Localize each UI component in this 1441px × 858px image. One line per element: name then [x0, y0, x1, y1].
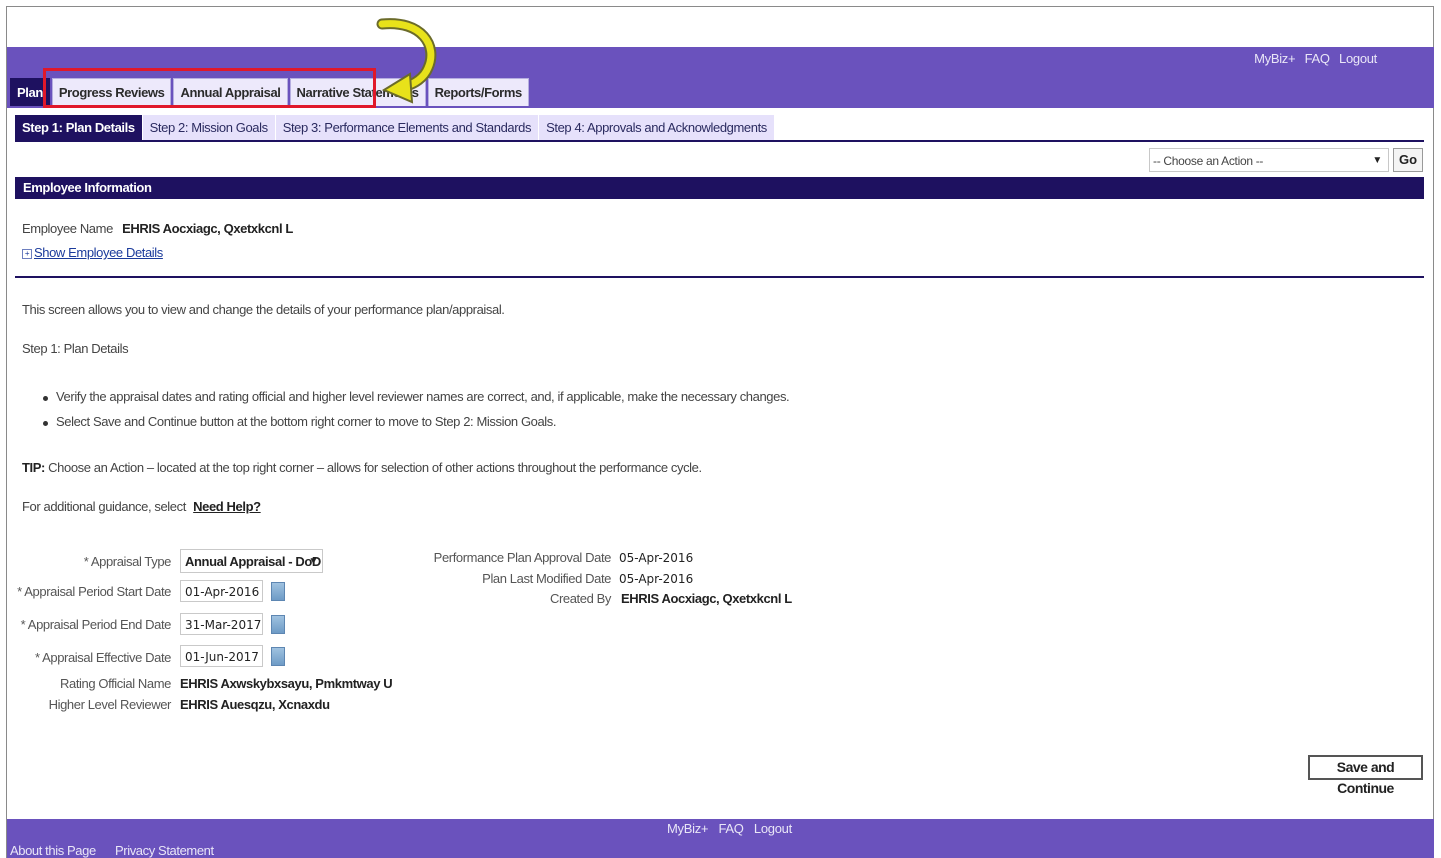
higher-level-reviewer-label: Higher Level Reviewer: [48, 697, 172, 712]
choose-action-select[interactable]: -- Choose an Action -- ▼: [1149, 148, 1389, 172]
choose-action-value: -- Choose an Action --: [1153, 154, 1264, 168]
divider: [15, 276, 1424, 278]
plus-icon[interactable]: +: [22, 249, 32, 259]
footer-faq-link[interactable]: FAQ: [719, 821, 744, 836]
end-date-field[interactable]: 31-Mar-2017: [180, 613, 263, 635]
effective-date-field[interactable]: 01-Jun-2017: [180, 645, 263, 667]
step-title: Step 1: Plan Details: [22, 341, 129, 356]
highlight-box: [43, 68, 376, 108]
footer-mybiz-link[interactable]: MyBiz+: [667, 821, 708, 836]
mybiz-link[interactable]: MyBiz+: [1254, 51, 1295, 66]
footer-bottom-links: About this Page Privacy Statement: [10, 843, 230, 858]
privacy-statement-link[interactable]: Privacy Statement: [115, 843, 214, 858]
employee-name-row: Employee Name EHRIS Aocxiagc, Qxetxkcnl …: [22, 221, 293, 236]
calendar-icon[interactable]: [271, 582, 285, 601]
save-and-continue-button[interactable]: Save and Continue: [1308, 755, 1423, 796]
faq-link[interactable]: FAQ: [1305, 51, 1330, 66]
chevron-down-icon: ▼: [308, 556, 319, 567]
approval-date-value: 05-Apr-2016: [619, 551, 694, 565]
end-date-label: * Appraisal Period End Date: [20, 617, 172, 632]
start-date-field[interactable]: 01-Apr-2016: [180, 580, 263, 602]
step-4-tab[interactable]: Step 4: Approvals and Acknowledgments: [539, 115, 774, 140]
instruction-bullet-2: Select Save and Continue button at the b…: [56, 414, 557, 429]
show-employee-details-link[interactable]: Show Employee Details: [34, 245, 163, 260]
curved-arrow-icon: [376, 18, 437, 104]
footer-logout-link[interactable]: Logout: [754, 821, 792, 836]
employee-info-header: Employee Information: [15, 177, 1424, 199]
global-links: MyBiz+ FAQ Logout: [1248, 51, 1377, 66]
created-by-value: EHRIS Aocxiagc, Qxetxkcnl L: [621, 591, 792, 606]
help-prefix: For additional guidance, select: [22, 499, 186, 514]
tab-reports-forms[interactable]: Reports/Forms: [427, 78, 529, 106]
need-help-link[interactable]: Need Help?: [193, 499, 261, 514]
logout-link[interactable]: Logout: [1339, 51, 1377, 66]
step-1-tab[interactable]: Step 1: Plan Details: [15, 115, 142, 140]
go-button[interactable]: Go: [1393, 148, 1423, 172]
about-page-link[interactable]: About this Page: [10, 843, 96, 858]
tip-row: TIP: Choose an Action – located at the t…: [22, 460, 702, 475]
rating-official-value: EHRIS Axwskybxsayu, Pmkmtway U: [180, 676, 393, 691]
intro-text: This screen allows you to view and chang…: [22, 302, 505, 317]
last-modified-label: Plan Last Modified Date: [482, 571, 611, 586]
effective-date-label: * Appraisal Effective Date: [34, 650, 171, 665]
step-2-tab[interactable]: Step 2: Mission Goals: [142, 115, 275, 140]
step-tabs: Step 1: Plan Details Step 2: Mission Goa…: [15, 115, 775, 140]
appraisal-type-value: Annual Appraisal - DoD: [185, 554, 321, 569]
appraisal-type-select[interactable]: Annual Appraisal - DoD ▼: [180, 549, 323, 573]
calendar-icon[interactable]: [271, 647, 285, 666]
last-modified-value: 05-Apr-2016: [619, 572, 694, 586]
start-date-label: * Appraisal Period Start Date: [17, 584, 171, 599]
help-row: For additional guidance, select Need Hel…: [22, 499, 261, 514]
approval-date-label: Performance Plan Approval Date: [433, 550, 612, 565]
tip-label: TIP:: [22, 460, 45, 475]
rating-official-label: Rating Official Name: [60, 676, 171, 691]
appraisal-type-label: * Appraisal Type: [83, 554, 172, 569]
bullet-icon: [43, 421, 48, 426]
divider: [15, 140, 1424, 142]
employee-name-label: Employee Name: [22, 221, 113, 236]
chevron-down-icon: ▼: [1372, 155, 1382, 166]
tip-text: Choose an Action – located at the top ri…: [48, 460, 702, 475]
employee-name-value: EHRIS Aocxiagc, Qxetxkcnl L: [122, 221, 293, 236]
calendar-icon[interactable]: [271, 615, 285, 634]
instruction-bullet-1: Verify the appraisal dates and rating of…: [56, 389, 790, 404]
footer-links: MyBiz+ FAQ Logout: [667, 821, 799, 836]
created-by-label: Created By: [549, 591, 611, 606]
higher-level-reviewer-value: EHRIS Auesqzu, Xcnaxdu: [180, 697, 330, 712]
show-details-row: + Show Employee Details: [22, 245, 163, 260]
bullet-icon: [43, 396, 48, 401]
step-3-tab[interactable]: Step 3: Performance Elements and Standar…: [275, 115, 539, 140]
